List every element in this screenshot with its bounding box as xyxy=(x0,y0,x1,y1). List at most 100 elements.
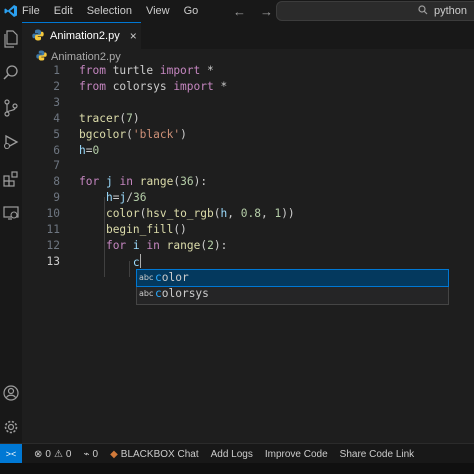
code-line[interactable]: 5 bgcolor('black') xyxy=(22,127,474,143)
code-token: begin_fill xyxy=(105,223,174,236)
code-token: h xyxy=(105,191,113,205)
code-token: , xyxy=(260,207,275,221)
run-debug-icon[interactable] xyxy=(0,131,22,153)
line-number: 12 xyxy=(46,238,60,252)
code-line[interactable]: 7 xyxy=(22,158,474,174)
code-token: / xyxy=(126,191,133,205)
line-number: 11 xyxy=(46,223,60,236)
improve-code-button[interactable]: Improve Code xyxy=(265,449,328,460)
code-line[interactable]: 12 for i in range(2): xyxy=(22,238,474,254)
title-bar: File Edit Selection View Go ← → python xyxy=(0,0,474,22)
code-token: import xyxy=(159,64,201,77)
navigation-controls: ← → xyxy=(233,4,273,19)
code-line[interactable]: 8 for j in range(36): xyxy=(22,174,474,190)
code-line[interactable]: 1 from turtle import * xyxy=(22,63,474,79)
suggestion-match: c xyxy=(155,271,162,284)
line-number: 4 xyxy=(53,111,60,125)
code-token: in xyxy=(119,175,133,189)
menu-view[interactable]: View xyxy=(146,5,170,17)
close-icon[interactable]: × xyxy=(130,29,137,43)
blackbox-chat-button[interactable]: ◆ BLACKBOX Chat xyxy=(110,449,199,460)
code-editor[interactable]: 1 from turtle import * 2 from colorsys impo… xyxy=(22,63,474,443)
code-token: ( xyxy=(126,127,133,141)
status-bar: >< ⊗ 0 ⚠ 0 ⌁ 0 ◆ BLACKBOX Chat Add Logs Impr… xyxy=(0,443,474,464)
code-token: 36 xyxy=(132,191,147,205)
text-suggestion-icon: abc xyxy=(139,289,154,298)
suggestion-match: c xyxy=(155,287,162,300)
code-token: ) xyxy=(132,111,140,125)
radio-tower-icon: ⌁ xyxy=(83,448,90,460)
share-code-link-button[interactable]: Share Code Link xyxy=(340,449,415,460)
problems-indicator[interactable]: ⊗ 0 ⚠ 0 xyxy=(34,449,71,460)
code-token: for xyxy=(79,175,100,189)
blackbox-icon: ◆ xyxy=(110,448,118,460)
line-number: 1 xyxy=(53,64,60,77)
code-token: 2 xyxy=(207,238,214,252)
search-icon[interactable] xyxy=(0,62,22,84)
suggestion-rest: olorsys xyxy=(161,287,209,300)
menu-go[interactable]: Go xyxy=(184,5,199,17)
suggestion-rest: olor xyxy=(161,271,189,284)
suggestion-item[interactable]: abc color xyxy=(136,269,449,287)
line-number: 5 xyxy=(53,127,60,141)
code-line[interactable]: 2 from colorsys import * xyxy=(22,79,474,95)
settings-gear-icon[interactable] xyxy=(0,416,22,438)
code-token: range xyxy=(139,175,174,189)
explorer-icon[interactable] xyxy=(0,28,22,50)
ports-indicator[interactable]: ⌁ 0 xyxy=(83,449,98,460)
code-token: range xyxy=(166,238,201,252)
code-line[interactable]: 3 xyxy=(22,95,474,111)
code-token: ): xyxy=(193,175,208,189)
line-number: 13 xyxy=(46,254,60,268)
vscode-logo-icon xyxy=(0,0,22,22)
warning-icon: ⚠ xyxy=(53,448,63,460)
source-control-icon[interactable] xyxy=(0,97,22,119)
line-number: 10 xyxy=(46,207,60,221)
tab-animation2-py[interactable]: Animation2.py × xyxy=(22,22,141,49)
code-token: 'black' xyxy=(132,127,181,141)
code-token: )) xyxy=(281,207,295,221)
remote-explorer-icon[interactable] xyxy=(0,202,22,224)
code-token: , xyxy=(227,207,241,221)
code-text: bgcolor('black') xyxy=(79,127,187,143)
suggestion-item[interactable]: abc colorsys xyxy=(137,286,448,302)
code-token: h xyxy=(79,143,86,157)
add-logs-button[interactable]: Add Logs xyxy=(211,449,253,460)
menu-bar: File Edit Selection View Go xyxy=(22,5,198,17)
code-token: = xyxy=(85,143,93,157)
menu-file[interactable]: File xyxy=(22,5,40,17)
line-number: 7 xyxy=(53,159,60,173)
code-token: bgcolor xyxy=(79,127,127,141)
code-token: j xyxy=(105,175,113,189)
code-token: from xyxy=(79,64,106,77)
menu-edit[interactable]: Edit xyxy=(54,5,73,17)
command-center[interactable]: python xyxy=(276,1,474,21)
code-text: c xyxy=(79,253,141,271)
tab-label: Animation2.py xyxy=(50,30,120,42)
line-number: 8 xyxy=(53,175,60,189)
account-icon[interactable] xyxy=(0,382,22,404)
code-token: in xyxy=(146,238,160,252)
code-line[interactable]: 11 begin_fill() xyxy=(22,222,474,238)
code-line[interactable]: 13 c xyxy=(22,253,474,271)
code-line[interactable]: 9 h=j/36 xyxy=(22,190,474,206)
forward-arrow-icon[interactable]: → xyxy=(260,4,273,19)
back-arrow-icon[interactable]: ← xyxy=(233,4,246,19)
python-file-icon xyxy=(32,29,44,44)
code-token: c xyxy=(132,255,140,269)
command-center-text: python xyxy=(434,5,468,17)
menu-selection[interactable]: Selection xyxy=(87,5,132,17)
tab-bar: Animation2.py × xyxy=(22,22,474,49)
code-token: import xyxy=(173,79,214,93)
bottom-strip xyxy=(0,463,474,474)
remote-indicator[interactable]: >< xyxy=(0,444,22,464)
line-number: 6 xyxy=(53,143,60,157)
code-text: for i in range(2): xyxy=(79,238,227,254)
code-line[interactable]: 6 h=0 xyxy=(22,143,474,159)
extensions-icon[interactable] xyxy=(0,168,22,190)
code-text: for j in range(36): xyxy=(79,174,207,190)
code-line[interactable]: 10 color(hsv_to_rgb(h, 0.8, 1)) xyxy=(22,206,474,222)
code-line[interactable]: 4 tracer(7) xyxy=(22,111,474,127)
code-token: 0 xyxy=(92,143,100,157)
